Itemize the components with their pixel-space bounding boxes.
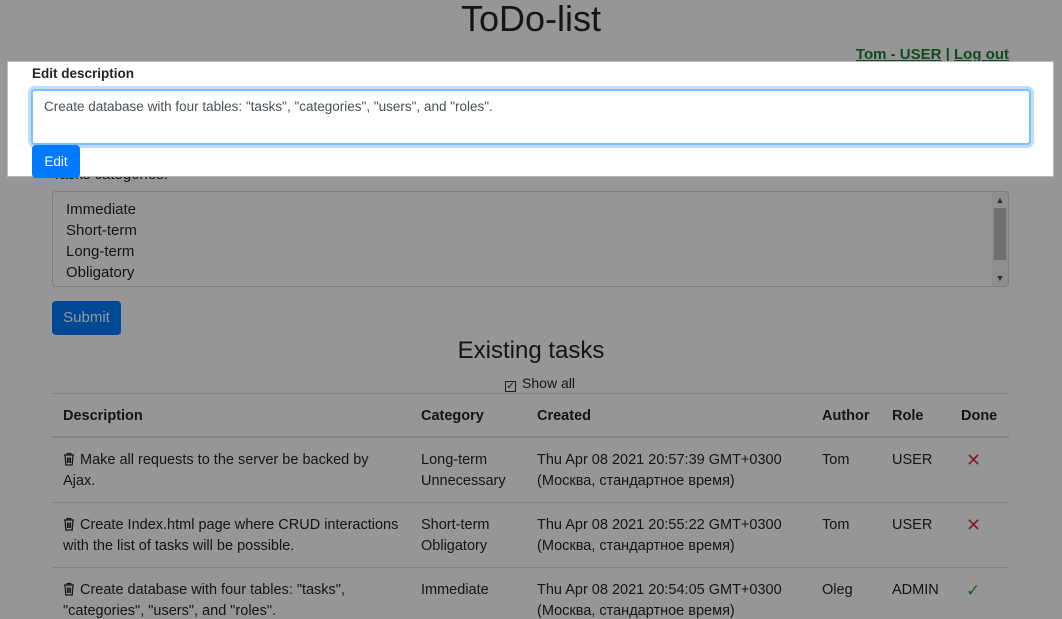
- edit-description-textarea[interactable]: Create database with four tables: "tasks…: [31, 89, 1031, 145]
- edit-button[interactable]: Edit: [32, 145, 80, 178]
- edit-description-label: Edit description: [32, 66, 135, 81]
- page: ToDo-list Tom - USER | Log out Tasks cat…: [0, 0, 1062, 619]
- edit-description-modal: Edit description Create database with fo…: [7, 61, 1054, 178]
